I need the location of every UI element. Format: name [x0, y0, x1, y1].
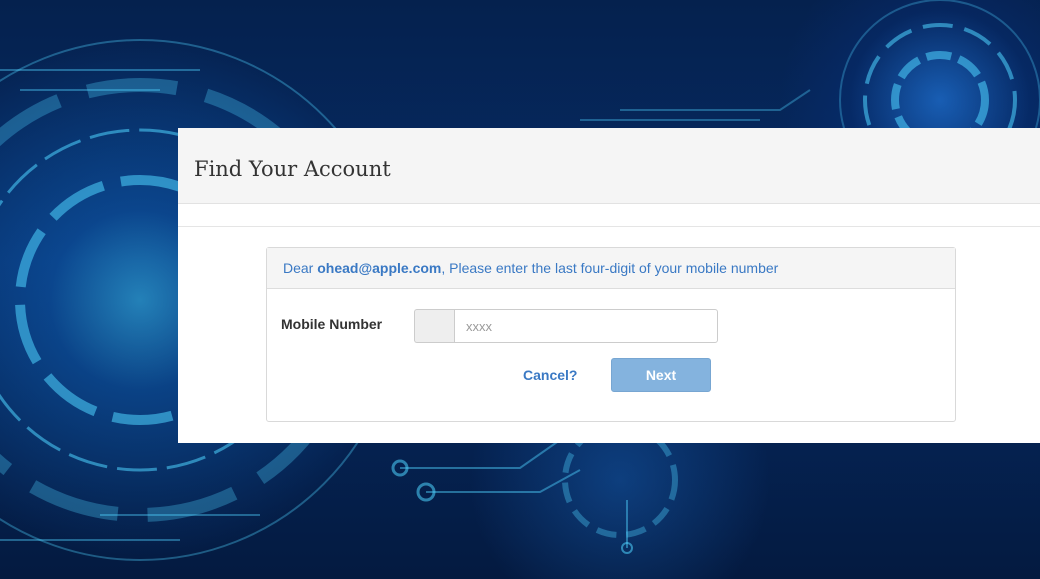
cancel-link[interactable]: Cancel? [523, 367, 577, 383]
section-divider [178, 226, 1040, 227]
message-suffix: , Please enter the last four-digit of yo… [441, 260, 779, 276]
input-addon [414, 309, 454, 343]
mobile-number-label: Mobile Number [281, 316, 383, 332]
mobile-number-input[interactable] [454, 309, 718, 343]
verification-panel: Dear ohead@apple.com, Please enter the l… [266, 247, 956, 422]
account-email: ohead@apple.com [317, 260, 442, 276]
card-header: Find Your Account [178, 128, 1040, 204]
panel-message: Dear ohead@apple.com, Please enter the l… [267, 248, 955, 289]
next-button[interactable]: Next [611, 358, 711, 392]
page-title: Find Your Account [194, 157, 391, 181]
message-prefix: Dear [283, 260, 318, 276]
find-account-card: Find Your Account Dear ohead@apple.com, … [178, 128, 1040, 443]
mobile-input-group [414, 309, 718, 343]
